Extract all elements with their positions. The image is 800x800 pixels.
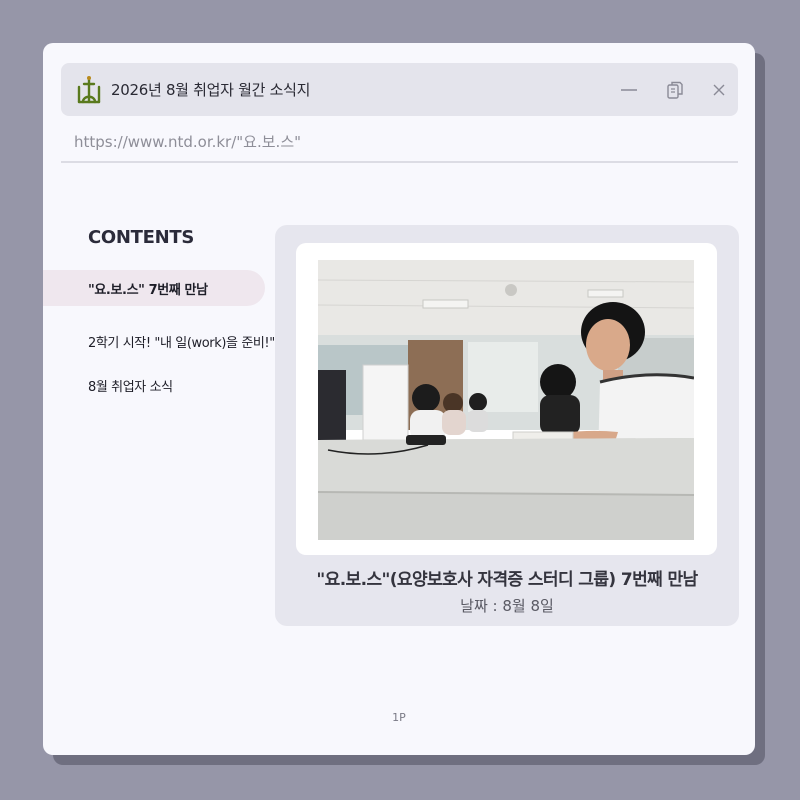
page-number: 1P [392,711,406,724]
nav-item-label: "요.보.스" 7번째 만남 [88,282,208,298]
nav-item-label: 8월 취업자 소식 [88,379,173,395]
contents-heading: CONTENTS [88,227,195,248]
photo-frame [296,243,717,555]
article-date: 날짜 : 8월 8일 [460,597,554,615]
study-group-photo [318,260,694,540]
nav-item-semester-start[interactable]: 2학기 시작! "내 일(work)을 준비!" [43,323,275,359]
title-bar: 2026년 8월 취업자 월간 소식지 [61,63,738,116]
nav-item-label: 2학기 시작! "내 일(work)을 준비!" [88,335,275,351]
minimize-button[interactable] [616,77,642,103]
copy-button[interactable] [662,77,688,103]
window-title: 2026년 8월 취업자 월간 소식지 [111,81,311,99]
address-url[interactable]: https://www.ntd.or.kr/"요.보.스" [74,131,301,152]
close-icon [713,84,725,96]
nav-item-august-news[interactable]: 8월 취업자 소식 [43,367,173,403]
newsletter-window: 2026년 8월 취업자 월간 소식지 https://www.ntd.or.k… [43,43,755,755]
close-button[interactable] [706,77,732,103]
address-divider [61,161,738,163]
article-card: "요.보.스"(요양보호사 자격증 스터디 그룹) 7번째 만남 날짜 : 8월… [275,225,739,626]
article-caption: "요.보.스"(요양보호사 자격증 스터디 그룹) 7번째 만남 [316,570,698,590]
nav-item-yobos-meeting[interactable]: "요.보.스" 7번째 만남 [43,270,265,306]
copy-icon [667,81,683,99]
organization-logo-icon [77,76,101,104]
minimize-icon [621,89,637,91]
